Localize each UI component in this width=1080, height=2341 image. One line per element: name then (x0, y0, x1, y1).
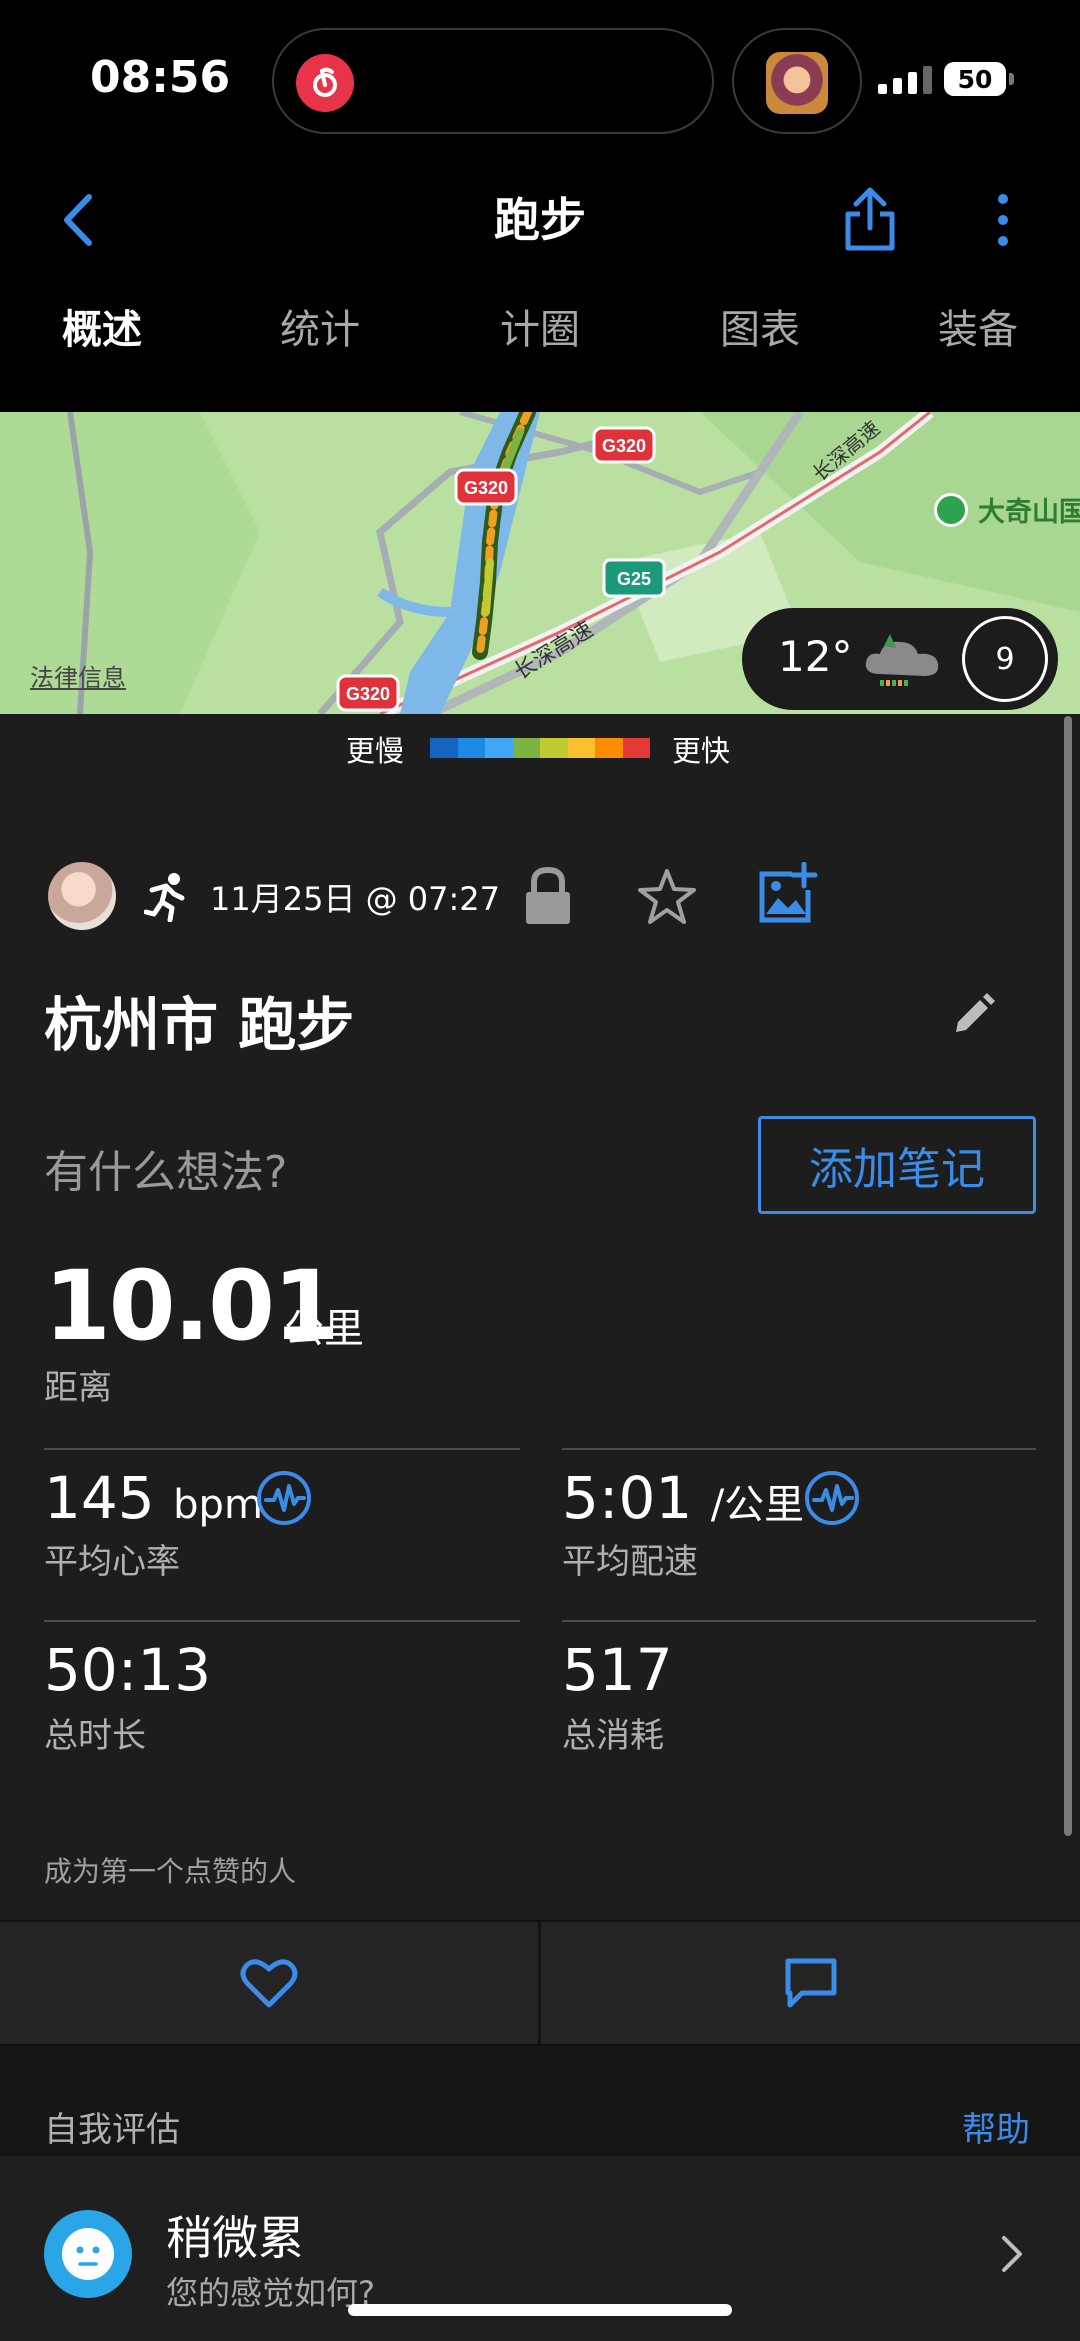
pace-value: 5:01 (562, 1464, 693, 1532)
edit-pencil-icon[interactable] (952, 992, 996, 1040)
weather-badge[interactable]: 12° 9 (742, 608, 1058, 710)
pace-color-segment (457, 738, 485, 758)
scrollbar[interactable] (1064, 716, 1072, 1836)
calories-label: 总消耗 (562, 1716, 664, 1756)
status-bar: 08:56 50 (0, 0, 1080, 160)
activity-datetime: 11月25日 @ 07:27 (210, 880, 501, 918)
park-pin-icon (934, 492, 968, 527)
battery-cap (1009, 73, 1014, 85)
svg-text:G320: G320 (464, 478, 508, 498)
heart-rate-unit: bpm (173, 1482, 263, 1528)
divider (44, 1448, 520, 1450)
tab-stats[interactable]: 统计 (278, 300, 362, 412)
pace-color-segment (622, 738, 650, 758)
pace-color-segment (595, 738, 623, 758)
comment-icon (785, 1958, 836, 2008)
road-shield-g320: G320 (454, 468, 518, 506)
add-note-button[interactable]: 添加笔记 (758, 1116, 1036, 1214)
more-dot-icon (998, 194, 1008, 204)
road-shield-g25: G25 (602, 558, 666, 598)
svg-text:G320: G320 (602, 436, 646, 456)
thoughts-prompt: 有什么想法? (44, 1147, 288, 1198)
divider (562, 1448, 1036, 1450)
more-dot-icon (998, 215, 1008, 225)
self-evaluation-label: 自我评估 (44, 2110, 180, 2150)
feeling-prompt: 您的感觉如何? (166, 2274, 375, 2312)
pace-label: 平均配速 (562, 1542, 698, 1582)
share-icon (845, 187, 895, 251)
avatar[interactable] (48, 862, 116, 930)
pace-color-segment (430, 738, 458, 758)
heart-rate-zone-icon[interactable] (256, 1470, 312, 1530)
comment-button[interactable] (541, 1922, 1080, 2044)
route-map[interactable]: G320 G320 G320 G25 长深高速 长深高速 大奇山国 法律信息 1… (0, 412, 1080, 714)
svg-text:G25: G25 (617, 569, 651, 589)
wind-speed-indicator: 9 (962, 616, 1048, 702)
like-button[interactable] (0, 1922, 538, 2044)
page-title: 跑步 (494, 193, 586, 247)
calories-value: 517 (562, 1636, 673, 1704)
pace-color-segment (540, 738, 568, 758)
heart-rate-label: 平均心率 (44, 1542, 180, 1582)
help-link[interactable]: 帮助 (962, 2102, 1030, 2151)
duration-label: 总时长 (44, 1716, 146, 1756)
pace-legend: 更慢 更快 (0, 714, 1080, 782)
signal-icon (878, 66, 932, 94)
tab-bar: 概述 统计 计圈 图表 装备 (0, 300, 1080, 412)
battery-icon: 50 (944, 62, 1006, 96)
pace-color-segment (567, 738, 595, 758)
svg-text:G320: G320 (346, 684, 390, 704)
tab-charts[interactable]: 图表 (718, 300, 802, 412)
status-time: 08:56 (90, 52, 231, 103)
distance-unit: 公里 (284, 1306, 364, 1352)
activity-title: 杭州市 跑步 (44, 991, 355, 1059)
album-art-icon (766, 52, 828, 114)
heart-rate-stat: 145 bpm (44, 1464, 263, 1532)
pace-unit: /公里 (710, 1482, 805, 1528)
nav-bar: 跑步 概述 统计 计圈 图表 装备 (0, 160, 1080, 430)
feeling-value: 稍微累 (166, 2211, 304, 2265)
netease-music-icon (296, 54, 354, 112)
road-shield-g320: G320 (336, 674, 400, 712)
lock-icon[interactable] (522, 866, 574, 932)
pace-stat: 5:01 /公里 (562, 1464, 804, 1532)
first-like-text: 成为第一个点赞的人 (44, 1855, 297, 1888)
road-shield-g320: G320 (592, 426, 656, 464)
neutral-face-icon (44, 2210, 132, 2298)
home-indicator[interactable] (348, 2304, 732, 2316)
social-actions (0, 1920, 1080, 2046)
poi-label[interactable]: 大奇山国 (934, 490, 1080, 529)
running-icon (143, 872, 190, 926)
more-options-button[interactable] (978, 180, 1028, 260)
divider (44, 1620, 520, 1622)
self-evaluation-header: 自我评估 帮助 (0, 2046, 1080, 2156)
pace-color-segment (512, 738, 540, 758)
pace-color-segment (485, 738, 513, 758)
pace-zone-icon[interactable] (804, 1470, 860, 1530)
dynamic-island-album[interactable] (732, 28, 862, 134)
weather-temp: 12° (778, 632, 853, 681)
tab-laps[interactable]: 计圈 (498, 300, 582, 412)
legal-info-link[interactable]: 法律信息 (30, 658, 126, 693)
legend-slow-label: 更慢 (346, 734, 405, 768)
heart-rate-value: 145 (44, 1464, 155, 1532)
chevron-right-icon (1000, 2234, 1024, 2278)
poi-name: 大奇山国 (978, 497, 1080, 528)
more-dot-icon (998, 236, 1008, 246)
share-button[interactable] (838, 174, 902, 264)
favorite-star-icon[interactable] (636, 866, 698, 932)
legend-fast-label: 更快 (672, 734, 731, 768)
divider (562, 1620, 1036, 1622)
tab-gear[interactable]: 装备 (936, 300, 1020, 412)
dynamic-island-music[interactable] (272, 28, 714, 134)
heart-icon (240, 1959, 298, 2008)
add-photo-icon[interactable] (758, 861, 818, 930)
pace-color-bar (430, 738, 650, 758)
duration-value: 50:13 (44, 1636, 212, 1704)
wind-speed: 9 (995, 641, 1015, 677)
distance-label: 距离 (44, 1368, 112, 1408)
tab-overview[interactable]: 概述 (60, 300, 144, 412)
